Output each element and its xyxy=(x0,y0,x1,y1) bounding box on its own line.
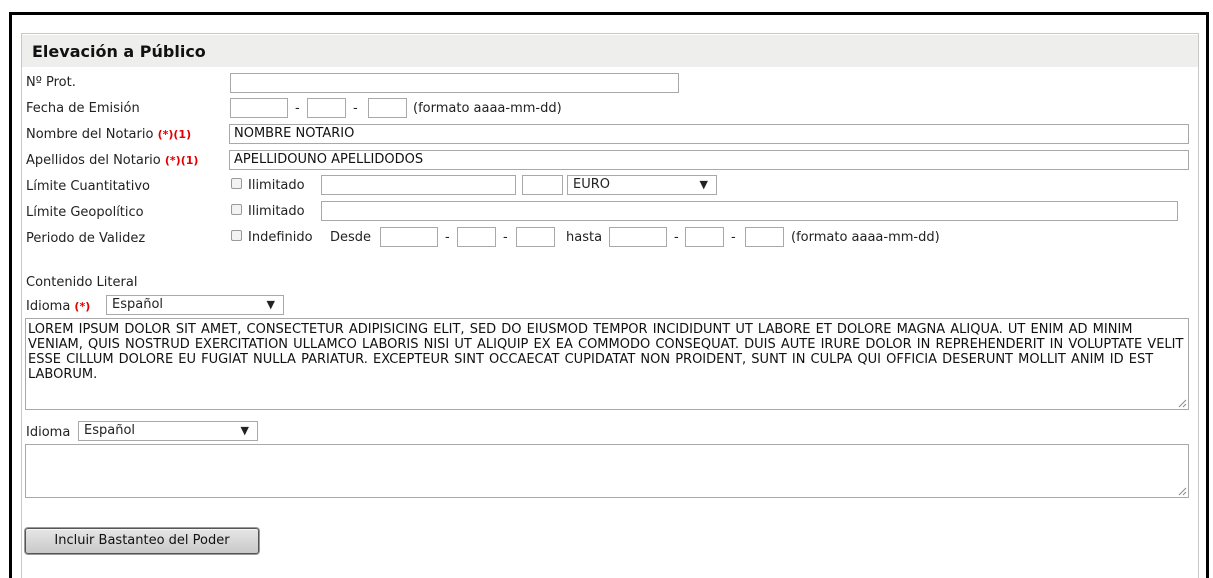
required-marker: (*) xyxy=(74,300,91,313)
limite-cuantitativo-label: Límite Cuantitativo xyxy=(26,179,151,194)
required-marker: (*) xyxy=(157,128,174,141)
date-separator: - xyxy=(731,230,736,245)
contenido-text-1: LOREM IPSUM DOLOR SIT AMET, CONSECTETUR … xyxy=(28,322,1184,382)
date-separator: - xyxy=(295,101,300,116)
apellidos-notario-label-text: Apellidos del Notario xyxy=(26,153,161,168)
limite-geo-input[interactable] xyxy=(321,201,1178,221)
limite-geopolitico-label: Límite Geopolítico xyxy=(26,205,144,220)
currency-value: EURO xyxy=(573,177,610,192)
required-marker: (*) xyxy=(164,154,181,167)
nprot-input[interactable] xyxy=(230,73,679,93)
fecha-month-input[interactable] xyxy=(307,98,346,118)
date-separator: - xyxy=(674,230,679,245)
contenido-literal-title: Contenido Literal xyxy=(26,275,138,290)
ilimitado-geo-checkbox[interactable] xyxy=(231,204,242,215)
resize-grip-icon[interactable] xyxy=(1177,398,1187,408)
nprot-label: Nº Prot. xyxy=(26,75,76,90)
idioma-select-1[interactable]: Español ▼ xyxy=(106,295,284,315)
footnote-marker: (1) xyxy=(180,154,199,167)
ilimitado-cuant-checkbox[interactable] xyxy=(231,178,242,189)
currency-select[interactable]: EURO ▼ xyxy=(567,175,717,195)
apellidos-notario-label: Apellidos del Notario (*)(1) xyxy=(26,153,198,168)
hasta-day-input[interactable] xyxy=(745,227,784,247)
chevron-down-icon: ▼ xyxy=(266,298,275,311)
idioma-label-text: Idioma xyxy=(26,299,71,314)
section-title: Elevación a Público xyxy=(32,42,206,61)
fecha-year-input[interactable] xyxy=(230,98,288,118)
limite-cuant-extra-input[interactable] xyxy=(522,175,563,195)
contenido-textarea-2[interactable] xyxy=(25,444,1189,498)
apellidos-notario-input[interactable]: APELLIDOUNO APELLIDODOS xyxy=(229,150,1189,170)
idioma-label: Idioma (*) xyxy=(26,299,90,314)
periodo-validez-label: Periodo de Validez xyxy=(26,231,146,246)
hasta-month-input[interactable] xyxy=(685,227,724,247)
idioma-select-value: Español xyxy=(112,297,164,312)
hasta-label: hasta xyxy=(566,230,603,245)
limite-cuant-amount-input[interactable] xyxy=(321,175,516,195)
date-separator: - xyxy=(353,101,358,116)
footnote-marker: (1) xyxy=(173,128,192,141)
fecha-day-input[interactable] xyxy=(368,98,407,118)
ilimitado-cuant-label: Ilimitado xyxy=(248,178,305,193)
ilimitado-geo-label: Ilimitado xyxy=(248,204,305,219)
chevron-down-icon: ▼ xyxy=(240,424,249,437)
date-separator: - xyxy=(503,230,508,245)
nombre-notario-label-text: Nombre del Notario xyxy=(26,127,154,142)
nombre-notario-label: Nombre del Notario (*)(1) xyxy=(26,127,191,142)
hasta-year-input[interactable] xyxy=(609,227,667,247)
incluir-bastanteo-button[interactable]: Incluir Bastanteo del Poder xyxy=(25,528,259,554)
resize-grip-icon[interactable] xyxy=(1177,486,1187,496)
fecha-emision-label: Fecha de Emisión xyxy=(26,101,140,116)
indefinido-label: Indefinido xyxy=(248,230,313,245)
periodo-format-hint: (formato aaaa-mm-dd) xyxy=(791,230,940,245)
chevron-down-icon: ▼ xyxy=(699,178,708,191)
idioma-select-value: Español xyxy=(84,423,136,438)
date-separator: - xyxy=(445,230,450,245)
idioma-select-2[interactable]: Español ▼ xyxy=(78,421,258,441)
fecha-format-hint: (formato aaaa-mm-dd) xyxy=(413,101,562,116)
nombre-notario-input[interactable]: NOMBRE NOTARIO xyxy=(229,124,1189,144)
contenido-textarea-1[interactable]: LOREM IPSUM DOLOR SIT AMET, CONSECTETUR … xyxy=(25,318,1189,410)
section-header: Elevación a Público xyxy=(22,35,1198,67)
idioma-label-2: Idioma xyxy=(26,425,71,440)
desde-year-input[interactable] xyxy=(380,227,438,247)
indefinido-checkbox[interactable] xyxy=(231,230,242,241)
desde-month-input[interactable] xyxy=(457,227,496,247)
desde-label: Desde xyxy=(330,230,372,245)
desde-day-input[interactable] xyxy=(516,227,555,247)
